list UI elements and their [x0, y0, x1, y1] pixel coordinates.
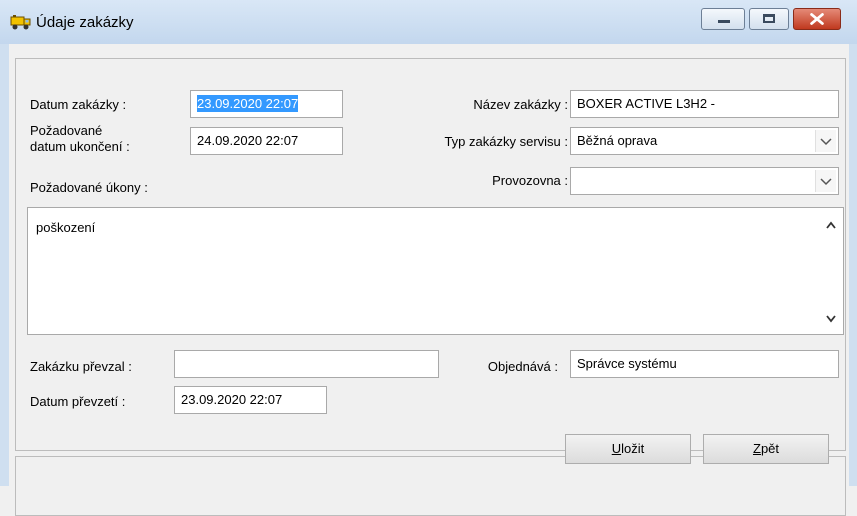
datum-prevzeti-value: 23.09.2020 22:07: [181, 392, 283, 407]
button-panel: [15, 456, 846, 516]
objednava-label: Objednává :: [487, 359, 558, 374]
nazev-zakazky-label: Název zakázky :: [473, 97, 568, 112]
window-title: Údaje zakázky: [36, 14, 134, 31]
pozadovane-datum-input[interactable]: 24.09.2020 22:07: [190, 127, 343, 155]
datum-prevzeti-input[interactable]: 23.09.2020 22:07: [174, 386, 327, 414]
scroll-down-icon[interactable]: [825, 314, 837, 324]
zakazku-prevzal-label: Zakázku převzal :: [30, 359, 132, 374]
save-button-mnemonic: U: [611, 441, 622, 456]
back-button[interactable]: Zpět: [703, 434, 829, 464]
dialog-client-area: Datum zakázky : 23.09.2020 22:07 Požadov…: [9, 44, 849, 516]
nazev-zakazky-value: BOXER ACTIVE L3H2 -: [577, 96, 715, 111]
nazev-zakazky-input[interactable]: BOXER ACTIVE L3H2 -: [570, 90, 839, 118]
chevron-down-icon: [820, 178, 832, 186]
datum-zakazky-input[interactable]: 23.09.2020 22:07: [190, 90, 343, 118]
pozadovane-ukony-textarea[interactable]: poškození: [27, 207, 844, 335]
close-icon: [810, 13, 824, 25]
typ-zakazky-dropdown-button[interactable]: [815, 130, 836, 152]
save-button-label: ložit: [621, 441, 645, 456]
typ-zakazky-select[interactable]: Běžná oprava: [570, 127, 839, 155]
minimize-button[interactable]: [701, 8, 745, 30]
provozovna-select[interactable]: [570, 167, 839, 195]
save-button[interactable]: Uložit: [565, 434, 691, 464]
back-button-mnemonic: Z: [752, 441, 761, 456]
typ-zakazky-value: Běžná oprava: [577, 133, 658, 148]
dialog-window: Údaje zakázky Datum zakázky : 23.09.2020…: [0, 0, 857, 516]
provozovna-dropdown-button[interactable]: [815, 170, 836, 192]
back-button-label: pět: [760, 441, 780, 456]
minimize-icon: [718, 20, 730, 23]
datum-zakazky-label: Datum zakázky :: [30, 97, 127, 112]
objednava-value: Správce systému: [577, 356, 677, 371]
chevron-down-icon: [820, 138, 832, 146]
maximize-button[interactable]: [749, 8, 789, 30]
truck-icon: [10, 15, 31, 30]
objednava-input[interactable]: Správce systému: [570, 350, 839, 378]
typ-zakazky-label: Typ zakázky servisu :: [444, 134, 568, 149]
pozadovane-datum-label-line1: Požadované: [30, 123, 103, 138]
form-group: Datum zakázky : 23.09.2020 22:07 Požadov…: [15, 58, 846, 451]
close-button[interactable]: [793, 8, 841, 30]
maximize-icon: [763, 14, 775, 23]
pozadovane-datum-value: 24.09.2020 22:07: [197, 133, 299, 148]
provozovna-label: Provozovna :: [492, 173, 568, 188]
datum-prevzeti-label: Datum převzetí :: [30, 394, 126, 409]
title-bar[interactable]: Údaje zakázky: [0, 0, 857, 44]
datum-zakazky-value: 23.09.2020 22:07: [197, 95, 299, 112]
pozadovane-datum-label-line2: datum ukončení :: [30, 139, 130, 154]
pozadovane-ukony-value: poškození: [36, 220, 96, 235]
scroll-up-icon[interactable]: [825, 220, 837, 230]
pozadovane-ukony-label: Požadované úkony :: [30, 180, 148, 195]
